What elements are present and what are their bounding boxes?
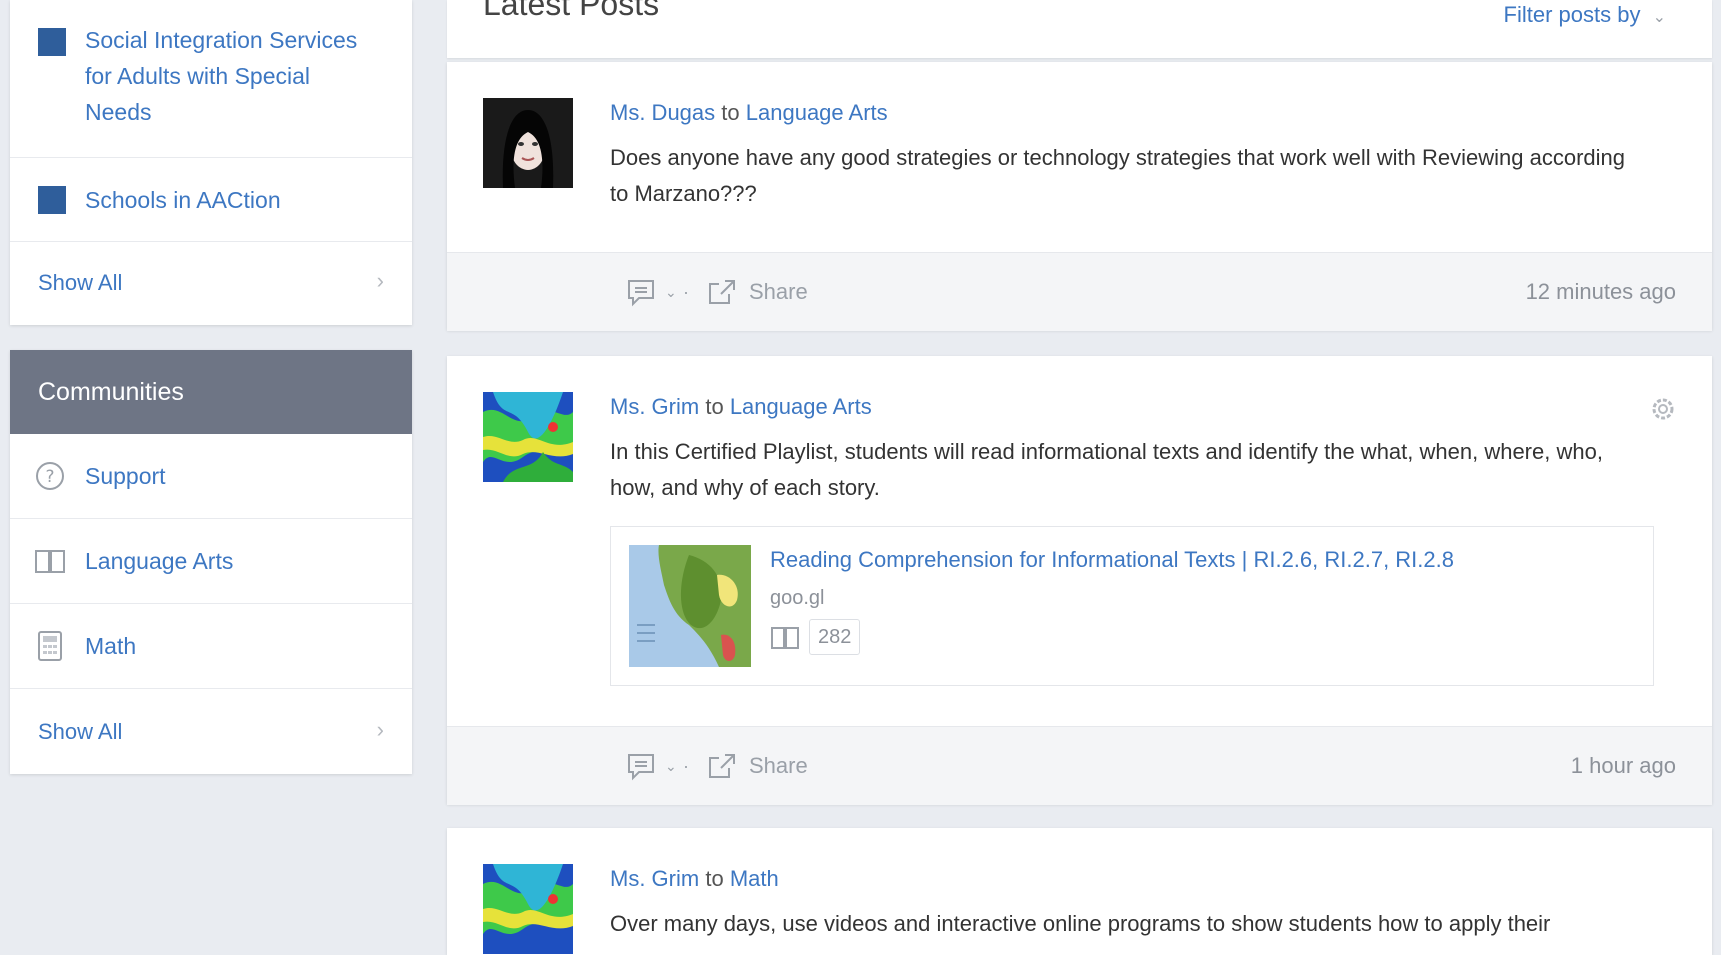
page-title: Latest Posts [483,0,660,22]
post-footer: ⌄ · Share 1 hour ago [447,726,1712,805]
share-icon [709,280,735,304]
author-avatar[interactable] [483,864,573,954]
community-link[interactable]: Language Arts [730,394,872,419]
to-word: to [705,866,724,891]
view-count-badge: 282 [809,619,861,655]
post-header: Ms. Grim to Language Arts [610,394,872,420]
share-button[interactable]: Share [707,253,808,331]
open-book-icon [770,625,800,656]
author-link[interactable]: Ms. Dugas [610,100,715,125]
to-word: to [705,394,724,419]
group-square-icon [38,186,66,214]
sidebar-item-label: Math [85,633,137,659]
post-body: In this Certified Playlist, students wil… [610,439,1603,500]
groups-card: Social Integration Services for Adults w… [10,0,412,325]
chevron-down-icon: ⌄ [665,757,677,774]
chevron-right-icon: › [376,268,384,293]
post-footer: ⌄ · Share 12 minutes ago [447,252,1712,331]
separator-dot: · [683,755,689,776]
feed-header: Latest Posts Filter posts by ⌄ [447,0,1712,58]
attachment-thumbnail [629,545,751,667]
show-all-link[interactable]: Show All [38,719,122,745]
post-timestamp: 1 hour ago [1570,753,1676,778]
group-square-icon [38,28,66,56]
link-attachment[interactable]: Reading Comprehension for Informational … [610,526,1654,686]
open-book-icon [34,545,66,577]
communities-show-all[interactable]: Show All › [10,689,412,774]
filter-label: Filter posts by [1503,2,1641,27]
author-link[interactable]: Ms. Grim [610,394,699,419]
post-body: Does anyone have any good strategies or … [610,145,1626,206]
community-link[interactable]: Math [730,866,779,891]
chevron-down-icon: ⌄ [665,283,677,300]
share-label: Share [749,753,808,778]
author-avatar[interactable] [483,392,573,482]
post-card: Ms. Grim to Math Over many days, use vid… [447,828,1712,955]
question-circle-icon: ? [34,460,66,492]
share-button[interactable]: Share [707,727,808,805]
sidebar-item-label: Schools in AACtion [85,187,281,213]
sidebar-item-social-integration[interactable]: Social Integration Services for Adults w… [10,0,412,158]
attachment-title[interactable]: Reading Comprehension for Informational … [770,547,1454,573]
share-icon [709,754,735,778]
post-card: Ms. Dugas to Language Arts Does anyone h… [447,62,1712,331]
communities-card: Communities ? Support Language Arts Math… [10,350,412,774]
sidebar-item-label: Language Arts [85,548,234,574]
community-link[interactable]: Language Arts [746,100,888,125]
author-link[interactable]: Ms. Grim [610,866,699,891]
chevron-down-icon: ⌄ [1652,9,1666,26]
separator-dot: · [683,281,689,302]
sidebar-item-language-arts[interactable]: Language Arts [10,519,412,604]
groups-show-all[interactable]: Show All › [10,242,412,325]
communities-header: Communities [10,350,412,434]
post-body: Over many days, use videos and interacti… [610,911,1551,936]
calculator-icon [34,630,66,662]
sidebar-item-label: Social Integration Services for Adults w… [85,27,358,125]
sidebar-item-math[interactable]: Math [10,604,412,689]
filter-posts-dropdown[interactable]: Filter posts by ⌄ [1504,2,1666,28]
sidebar-item-schools-in-aaction[interactable]: Schools in AACtion [10,158,412,242]
gear-icon[interactable] [1650,396,1676,427]
chevron-right-icon: › [376,717,384,742]
to-word: to [721,100,740,125]
comment-icon [628,280,654,307]
attachment-domain: goo.gl [770,587,825,609]
post-timestamp: 12 minutes ago [1525,279,1676,304]
show-all-link[interactable]: Show All [38,270,122,296]
sidebar-item-label: Support [85,463,166,489]
svg-text:?: ? [45,467,54,487]
post-header: Ms. Dugas to Language Arts [610,100,888,126]
post-header: Ms. Grim to Math [610,866,779,892]
author-avatar[interactable] [483,98,573,188]
comment-icon [628,754,654,781]
sidebar-item-support[interactable]: ? Support [10,434,412,519]
reaction-dropdown[interactable]: ⌄ [625,727,677,805]
reaction-dropdown[interactable]: ⌄ [625,253,677,331]
post-card: Ms. Grim to Language Arts In this Certif… [447,356,1712,805]
share-label: Share [749,279,808,304]
